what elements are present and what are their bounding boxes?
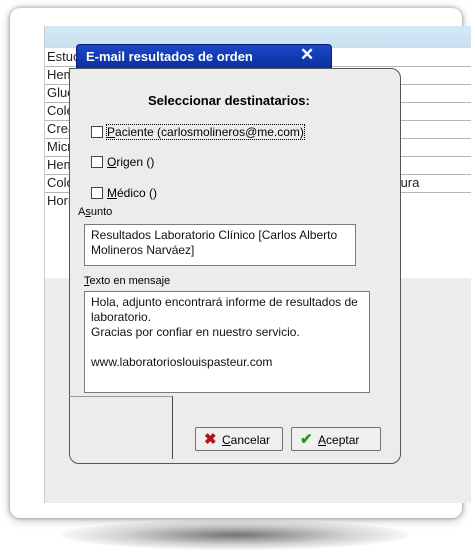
close-icon[interactable]: ✕ [300, 45, 314, 65]
drop-shadow [60, 520, 410, 550]
checkbox-label[interactable]: Paciente (carlosmolineros@me.com) [106, 124, 305, 140]
dialog-title: E-mail resultados de orden [86, 49, 253, 64]
checkbox-box[interactable] [91, 187, 103, 199]
checkbox-box[interactable] [91, 126, 103, 138]
email-results-dialog: E-mail resultados de orden ✕ Seleccionar… [69, 44, 401, 464]
cancel-button[interactable]: ✖ Cancelar [195, 427, 283, 451]
dialog-frame-line [69, 396, 173, 397]
dialog-frame-line [172, 396, 173, 459]
cancel-button-label: Cancelar [222, 433, 271, 447]
recipients-heading: Seleccionar destinatarios: [148, 93, 310, 108]
checkmark-icon: ✔ [300, 431, 313, 448]
subject-field[interactable]: Resultados Laboratorio Clínico [Carlos A… [84, 224, 356, 266]
dialog-title-bar[interactable]: E-mail resultados de orden ✕ [76, 44, 332, 69]
checkbox-label[interactable]: Médico () [107, 186, 157, 200]
checkbox-label[interactable]: Origen () [107, 155, 154, 169]
dialog-body: Seleccionar destinatarios: Paciente (car… [69, 68, 401, 464]
message-label: Texto en mensaje [84, 275, 171, 287]
accept-button[interactable]: ✔ Aceptar [291, 427, 381, 451]
accept-button-label: Aceptar [318, 433, 360, 447]
message-field[interactable]: Hola, adjunto encontrará informe de resu… [84, 291, 370, 393]
cancel-icon: ✖ [204, 431, 217, 448]
checkbox-box[interactable] [91, 156, 103, 168]
subject-label: Asunto [78, 206, 113, 218]
